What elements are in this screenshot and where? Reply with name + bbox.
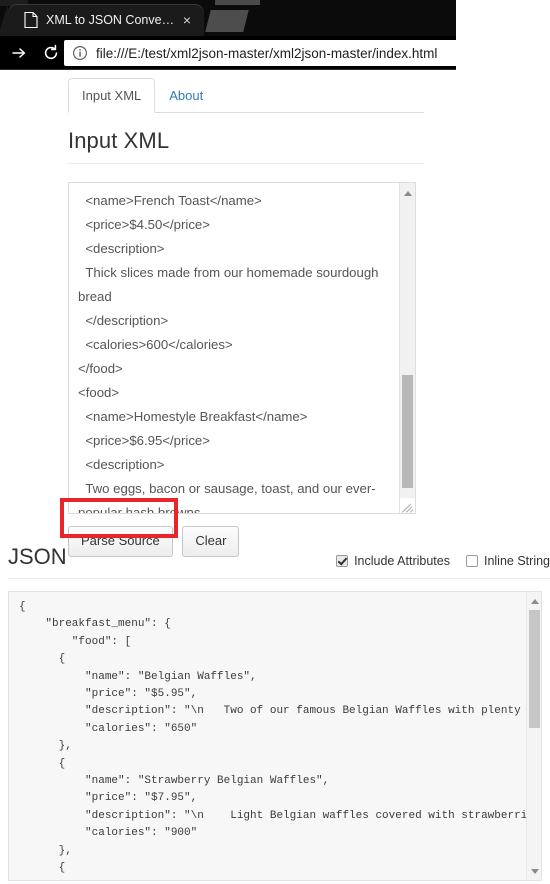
inline-string-checkbox[interactable] <box>465 555 478 567</box>
tab-strip-empty-area[interactable] <box>205 10 249 32</box>
browser-tab-title: XML to JSON Converter <box>46 13 178 27</box>
json-triangle-up-icon[interactable] <box>527 593 542 609</box>
json-divider <box>8 578 550 579</box>
tab-strip: XML to JSON Converter × <box>0 0 456 36</box>
address-bar-url: file:///E:/test/xml2json-master/xml2json… <box>96 45 438 61</box>
resize-grip-icon[interactable] <box>400 498 415 513</box>
json-scrollbar[interactable] <box>526 592 541 880</box>
xml-input-value: <name>French Toast</name> <price>$4.50</… <box>78 193 379 514</box>
inline-string-label: Inline String <box>483 554 550 568</box>
page-title: Input XML <box>68 128 170 153</box>
json-output-area[interactable]: { "breakfast_menu": { "food": [ { "name"… <box>8 591 542 881</box>
include-attributes-checkbox[interactable] <box>336 555 349 567</box>
triangle-up-icon[interactable] <box>400 185 415 201</box>
input-xml-container: Input XML About Input XML <name>French T… <box>68 77 424 558</box>
close-icon[interactable]: × <box>178 11 196 29</box>
tab-input-xml[interactable]: Input XML <box>68 77 156 113</box>
json-title: JSON <box>8 544 67 569</box>
window-edge-decoration-right <box>215 0 260 5</box>
json-section-header: JSON Include Attributes Inline String <box>8 544 550 578</box>
include-attributes-label: Include Attributes <box>354 554 450 568</box>
json-output-value: { "breakfast_menu": { "food": [ { "name"… <box>19 601 541 880</box>
browser-chrome: XML to JSON Converter × file:///E:/test/… <box>0 0 456 70</box>
info-circle-icon[interactable] <box>72 45 88 61</box>
xml-scrollbar-thumb[interactable] <box>402 375 413 488</box>
xml-input-textarea[interactable]: <name>French Toast</name> <price>$4.50</… <box>68 182 416 514</box>
address-bar[interactable]: file:///E:/test/xml2json-master/xml2json… <box>64 40 456 66</box>
browser-toolbar: file:///E:/test/xml2json-master/xml2json… <box>0 36 456 70</box>
arrow-right-icon[interactable] <box>6 40 32 66</box>
json-scrollbar-thumb[interactable] <box>529 610 540 728</box>
json-output-wrapper: { "breakfast_menu": { "food": [ { "name"… <box>8 591 542 881</box>
option-include-attributes[interactable]: Include Attributes <box>336 554 450 568</box>
xml-input-wrapper: <name>French Toast</name> <price>$4.50</… <box>68 182 416 514</box>
json-options: Include Attributes Inline String <box>320 554 550 568</box>
reload-icon[interactable] <box>38 40 64 66</box>
browser-tab-active[interactable]: XML to JSON Converter × <box>0 4 204 36</box>
json-output-section: JSON Include Attributes Inline String { … <box>8 544 550 881</box>
page-icon <box>24 12 38 28</box>
xml-textarea-scrollbar[interactable] <box>399 183 415 513</box>
tab-about[interactable]: About <box>155 78 217 113</box>
heading-divider <box>68 163 424 164</box>
page-content: Input XML About Input XML <name>French T… <box>0 70 550 884</box>
option-inline-string[interactable]: Inline String <box>465 554 550 568</box>
json-triangle-down-icon[interactable] <box>527 863 542 879</box>
nav-tabs: Input XML About <box>68 77 424 113</box>
